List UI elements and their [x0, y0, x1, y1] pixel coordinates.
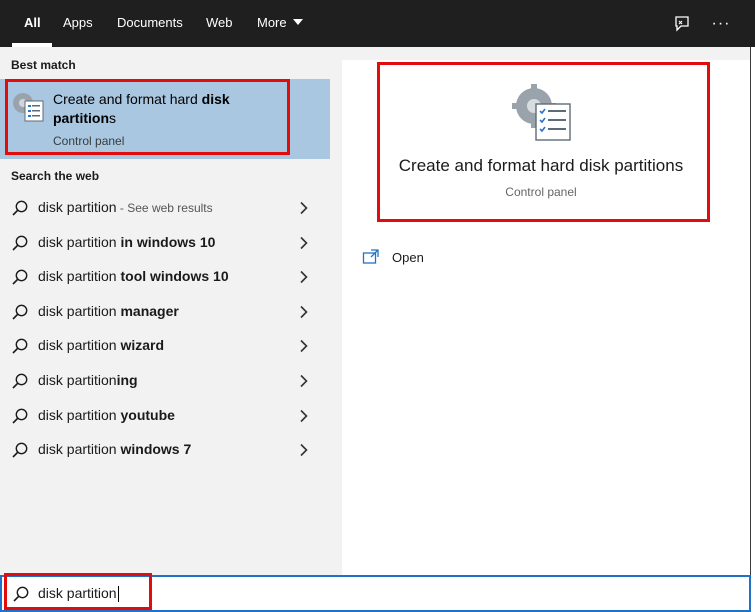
- search-icon: [13, 586, 29, 602]
- web-result-bold: in windows 10: [120, 233, 216, 250]
- chevron-right-icon[interactable]: [298, 339, 310, 353]
- web-result-bold: ing: [116, 372, 138, 388]
- tab-documents[interactable]: Documents: [117, 0, 183, 47]
- chevron-right-icon[interactable]: [298, 374, 310, 388]
- best-match-title: Create and format hard disk partitions: [53, 90, 253, 128]
- open-action-label: Open: [392, 249, 424, 265]
- search-icon: [12, 408, 28, 424]
- web-result-item[interactable]: disk partition youtube: [0, 399, 330, 433]
- tab-all[interactable]: All: [24, 0, 41, 47]
- web-result-bold: manager: [120, 302, 179, 319]
- best-match-title-plain: Create and format hard: [53, 91, 202, 107]
- chevron-right-icon[interactable]: [298, 305, 310, 319]
- tab-all-label: All: [24, 15, 41, 30]
- open-action[interactable]: Open: [362, 246, 424, 268]
- best-match-title-bold-2: partition: [53, 110, 109, 126]
- search-scope-bar: All Apps Documents Web More ···: [0, 0, 755, 47]
- web-result-label: disk partition - See web results: [38, 199, 213, 215]
- web-result-bold: windows 7: [120, 441, 192, 458]
- best-match-title-bold-1: disk: [201, 91, 230, 107]
- preview-subtitle: Control panel: [505, 185, 577, 199]
- web-result-prefix: disk partition: [38, 302, 121, 319]
- search-input-value: disk partition: [38, 585, 117, 601]
- web-result-label: disk partition in windows 10: [38, 234, 215, 250]
- web-result-item[interactable]: disk partition - See web results: [0, 191, 330, 225]
- web-result-item[interactable]: disk partition wizard: [0, 329, 330, 363]
- web-result-bold: wizard: [120, 337, 165, 354]
- tab-apps[interactable]: Apps: [63, 0, 93, 47]
- chevron-down-icon: [292, 18, 303, 25]
- chevron-right-icon[interactable]: [298, 409, 310, 423]
- chevron-right-icon[interactable]: [298, 201, 310, 215]
- preview-card: Create and format hard disk partitions C…: [342, 60, 750, 228]
- tab-web-label: Web: [206, 15, 233, 30]
- search-icon: [12, 269, 28, 285]
- disk-management-icon: [512, 84, 571, 141]
- search-icon: [12, 304, 28, 320]
- tab-apps-label: Apps: [63, 15, 93, 30]
- open-icon: [362, 249, 379, 264]
- web-result-item[interactable]: disk partition tool windows 10: [0, 260, 330, 294]
- web-result-bold: youtube: [120, 406, 175, 423]
- search-icon: [12, 200, 28, 216]
- text-cursor: [117, 586, 119, 603]
- web-result-prefix: disk partition: [38, 199, 117, 215]
- search-input[interactable]: disk partition: [38, 585, 119, 603]
- web-result-label: disk partitioning: [38, 372, 138, 388]
- disk-management-icon: [13, 93, 44, 122]
- web-result-prefix: disk partition: [38, 337, 121, 354]
- tab-more[interactable]: More: [257, 0, 303, 47]
- search-icon: [12, 442, 28, 458]
- tab-web[interactable]: Web: [206, 0, 233, 47]
- tab-documents-label: Documents: [117, 15, 183, 30]
- web-result-hint: - See web results: [116, 201, 213, 215]
- web-result-prefix: disk partition: [38, 441, 121, 458]
- more-options-label: ···: [711, 14, 731, 32]
- web-result-label: disk partition youtube: [38, 407, 175, 423]
- chevron-right-icon[interactable]: [298, 443, 310, 457]
- web-result-label: disk partition tool windows 10: [38, 268, 229, 284]
- best-match-subtitle: Control panel: [53, 134, 125, 148]
- search-box[interactable]: disk partition: [0, 575, 751, 612]
- web-result-item[interactable]: disk partition manager: [0, 295, 330, 329]
- search-icon: [12, 235, 28, 251]
- best-match-title-tail: s: [109, 110, 116, 126]
- web-result-label: disk partition wizard: [38, 337, 164, 353]
- results-list: Best match Create and format hard disk pa…: [0, 47, 330, 575]
- chevron-right-icon[interactable]: [298, 236, 310, 250]
- web-result-bold: tool windows 10: [120, 268, 229, 285]
- web-result-prefix: disk partition: [38, 406, 121, 423]
- web-result-label: disk partition manager: [38, 303, 179, 319]
- background-window-edge: [750, 47, 755, 612]
- web-result-prefix: disk partition: [38, 268, 121, 285]
- chevron-right-icon[interactable]: [298, 270, 310, 284]
- search-web-heading: Search the web: [11, 169, 100, 183]
- preview-pane: Create and format hard disk partitions C…: [330, 47, 750, 575]
- web-result-prefix: disk partition: [38, 233, 121, 250]
- preview-title: Create and format hard disk partitions: [398, 156, 684, 175]
- best-match-item[interactable]: Create and format hard disk partitions Co…: [0, 79, 330, 159]
- web-result-item[interactable]: disk partition in windows 10: [0, 226, 330, 260]
- windows-search-window: All Apps Documents Web More ··· Best mat…: [0, 0, 755, 612]
- best-match-heading: Best match: [11, 58, 76, 72]
- web-result-item[interactable]: disk partition windows 7: [0, 433, 330, 467]
- preview-actions: Open: [342, 228, 750, 575]
- web-result-prefix: disk partition: [38, 372, 117, 388]
- tab-more-label: More: [257, 15, 287, 30]
- web-result-item[interactable]: disk partitioning: [0, 364, 330, 398]
- search-icon: [12, 338, 28, 354]
- feedback-icon[interactable]: [670, 0, 694, 47]
- search-icon: [12, 373, 28, 389]
- more-options-icon[interactable]: ···: [709, 0, 733, 47]
- web-result-label: disk partition windows 7: [38, 441, 191, 457]
